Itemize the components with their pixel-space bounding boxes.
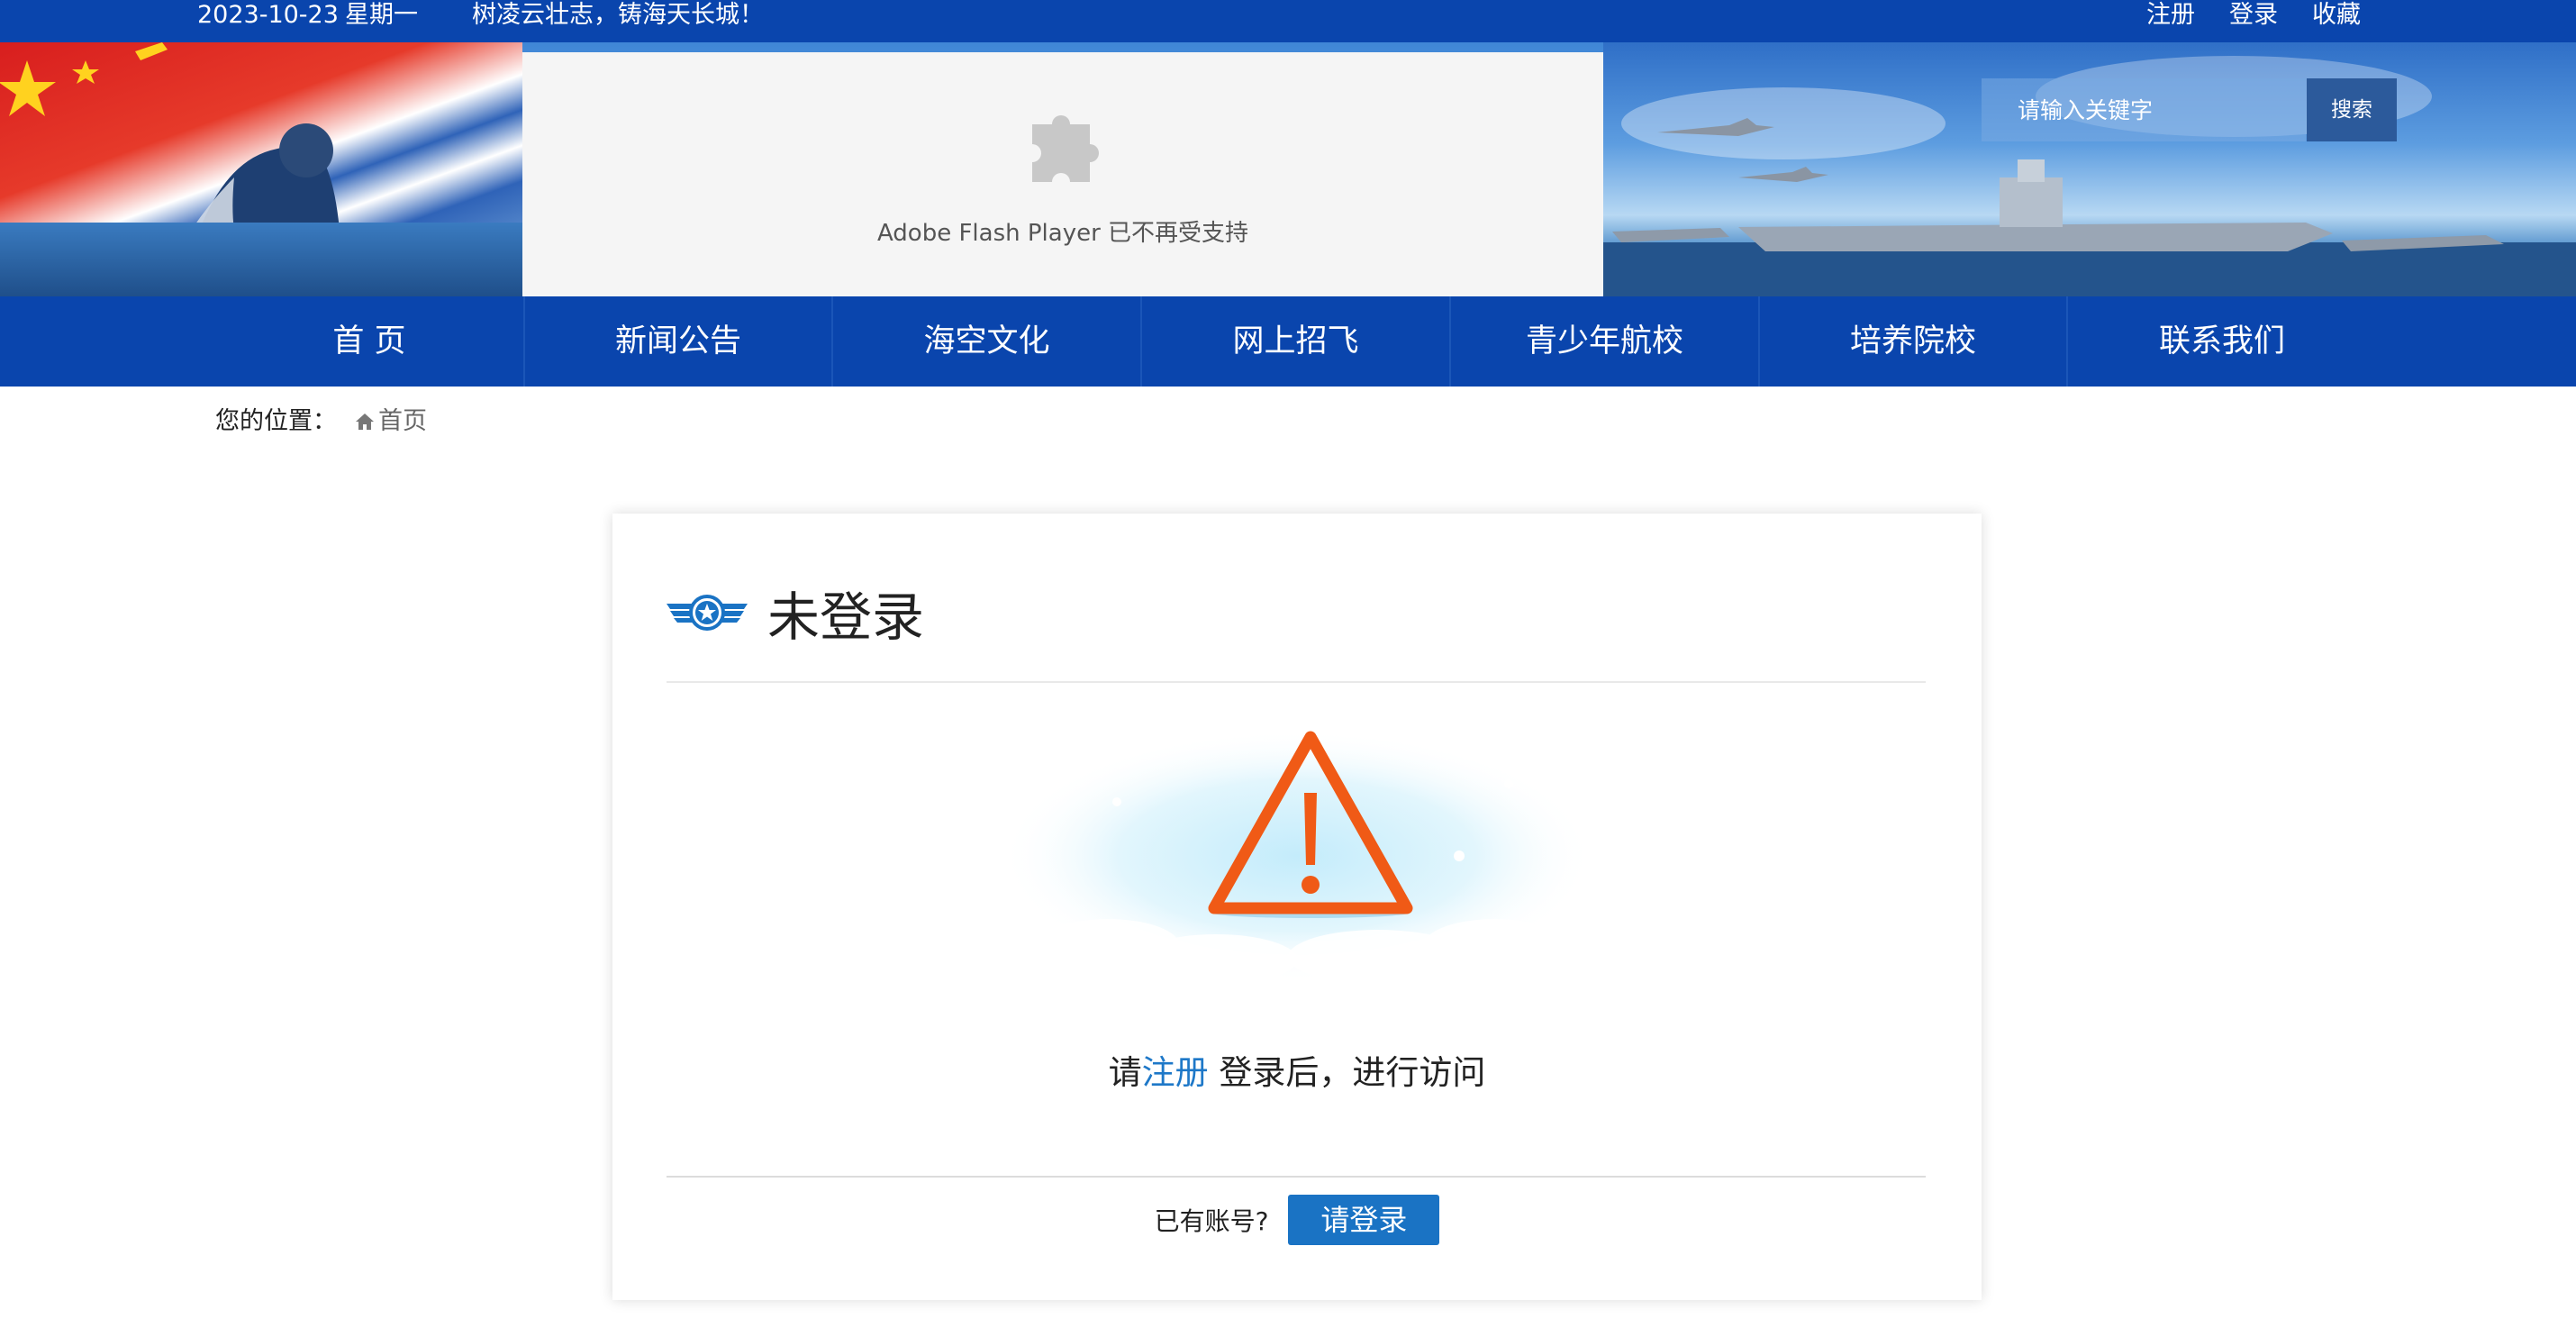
login-button[interactable]: 请登录 xyxy=(1288,1195,1440,1245)
puzzle-icon xyxy=(1032,115,1099,182)
card-header: 未登录 xyxy=(667,568,924,658)
register-link[interactable]: 注册 xyxy=(2146,0,2195,31)
card-footer: 已有账号? 请登录 xyxy=(612,1195,1982,1245)
notice-prefix: 请 xyxy=(1108,1053,1142,1092)
notice-suffix: 登录后，进行访问 xyxy=(1208,1053,1486,1092)
slogan: 树凌云壮志，铸海天长城！ xyxy=(472,1,764,29)
search-button[interactable]: 搜索 xyxy=(2307,78,2397,141)
search-box xyxy=(1982,78,2315,141)
breadcrumb: 您的位置： 首页 xyxy=(215,404,427,440)
air-force-emblem-icon xyxy=(667,595,748,631)
breadcrumb-label: 您的位置： xyxy=(215,407,337,435)
nav-item-contact[interactable]: 联系我们 xyxy=(2068,296,2376,387)
top-links: 注册 登录 收藏 xyxy=(2146,0,2361,31)
header-banner: Adobe Flash Player 已不再受支持 搜索 xyxy=(0,42,2576,296)
header-divider xyxy=(667,681,1926,683)
login-link[interactable]: 登录 xyxy=(2229,0,2278,31)
main-nav: 首 页 新闻公告 海空文化 网上招飞 青少年航校 培养院校 联系我们 xyxy=(0,296,2576,387)
breadcrumb-home-label: 首页 xyxy=(378,407,427,435)
nav-item-news[interactable]: 新闻公告 xyxy=(525,296,831,387)
home-icon xyxy=(356,414,374,430)
flash-placeholder: Adobe Flash Player 已不再受支持 xyxy=(522,52,1603,296)
flash-message: Adobe Flash Player 已不再受支持 xyxy=(876,220,1249,247)
register-inline-link[interactable]: 注册 xyxy=(1142,1053,1209,1092)
login-required-card: 未登录 请注册 登录后，进行访问 已有账号? 请登录 xyxy=(612,514,1982,1300)
nav-item-culture[interactable]: 海空文化 xyxy=(833,296,1140,387)
current-date: 2023-10-23 xyxy=(197,1,339,29)
nav-item-colleges[interactable]: 培养院校 xyxy=(1760,296,2066,387)
login-notice: 请注册 登录后，进行访问 xyxy=(612,1045,1982,1094)
nav-item-recruit[interactable]: 网上招飞 xyxy=(1142,296,1449,387)
card-title: 未登录 xyxy=(767,587,925,648)
search-input[interactable] xyxy=(1982,78,2315,141)
have-account-label: 已有账号? xyxy=(1154,1206,1269,1236)
nav-item-youth-school[interactable]: 青少年航校 xyxy=(1451,296,1758,387)
bookmark-link[interactable]: 收藏 xyxy=(2312,0,2361,31)
nav-item-home[interactable]: 首 页 xyxy=(215,296,523,387)
warning-illustration xyxy=(1000,730,1594,985)
footer-divider xyxy=(667,1176,1926,1178)
top-bar: 2023-10-23 星期一 树凌云壮志，铸海天长城！ 注册 登录 收藏 xyxy=(0,0,2576,42)
sea-left xyxy=(0,223,522,296)
current-weekday: 星期一 xyxy=(345,1,418,29)
breadcrumb-home[interactable]: 首页 xyxy=(355,404,427,440)
